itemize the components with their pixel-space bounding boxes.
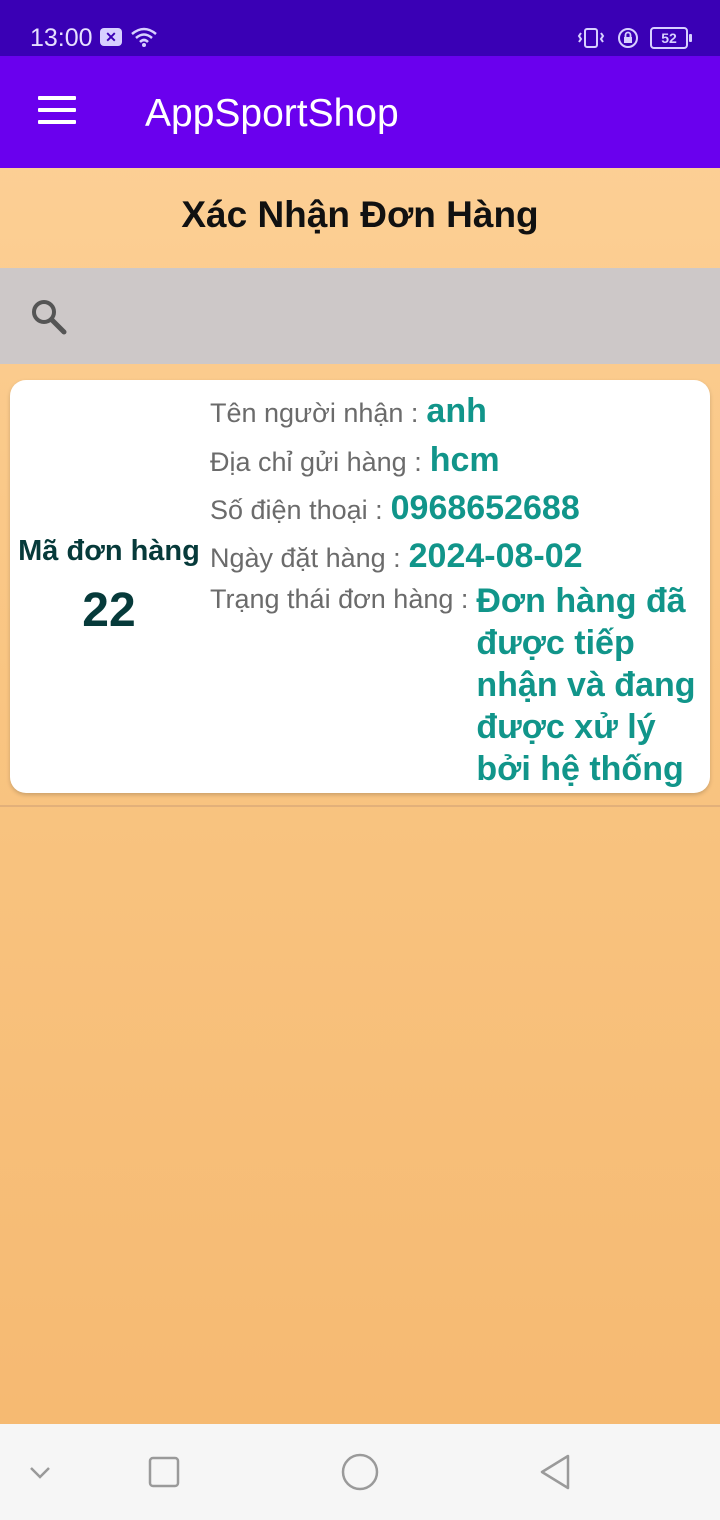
phone-label: Số điện thoại : — [210, 495, 383, 525]
recipient-value: anh — [426, 392, 487, 430]
app-title: AppSportShop — [145, 92, 399, 135]
search-icon[interactable] — [28, 296, 68, 336]
recipient-label: Tên người nhận : — [210, 398, 419, 428]
status-icons-left: ✕ — [100, 26, 158, 48]
home-icon[interactable] — [340, 1452, 380, 1492]
wifi-icon — [131, 27, 157, 47]
list-divider — [0, 805, 720, 807]
recipient-row: Tên người nhận : anh — [210, 392, 487, 431]
phone-value: 0968652688 — [390, 489, 580, 527]
back-icon[interactable] — [536, 1452, 576, 1492]
battery-icon: 52 — [650, 27, 692, 49]
lock-rotation-icon — [618, 28, 638, 48]
search-input[interactable] — [86, 292, 690, 342]
system-nav-bar — [0, 1424, 720, 1520]
search-bar — [0, 268, 720, 364]
vibrate-icon — [577, 28, 605, 48]
order-code-value: 22 — [82, 584, 136, 637]
status-time: 13:00 — [30, 24, 93, 52]
order-code-label: Mã đơn hàng — [18, 535, 200, 567]
address-label: Địa chỉ gửi hàng : — [210, 447, 422, 477]
date-value: 2024-08-02 — [408, 537, 583, 575]
address-row: Địa chỉ gửi hàng : hcm — [210, 441, 500, 480]
status-value: Đơn hàng đã được tiếp nhận và đang được … — [476, 582, 696, 788]
status-label: Trạng thái đơn hàng : — [210, 584, 469, 614]
status-icons-right: 52 — [576, 26, 692, 50]
order-card[interactable]: Mã đơn hàng 22 Tên người nhận : anh Địa … — [10, 380, 710, 793]
hamburger-menu-icon[interactable] — [38, 96, 76, 126]
date-row: Ngày đặt hàng : 2024-08-02 — [210, 537, 583, 576]
date-label: Ngày đặt hàng : — [210, 543, 401, 573]
page-title: Xác Nhận Đơn Hàng — [181, 194, 539, 235]
app-bar: AppSportShop — [0, 56, 720, 168]
address-value: hcm — [429, 441, 500, 479]
sim-x-icon: ✕ — [100, 28, 122, 46]
chevron-down-icon[interactable] — [20, 1452, 60, 1492]
status-bar: 13:00 ✕ 52 — [0, 0, 720, 56]
status-row: Trạng thái đơn hàng : Đơn hàng đã được t… — [210, 582, 712, 790]
recents-icon[interactable] — [144, 1452, 184, 1492]
phone-row: Số điện thoại : 0968652688 — [210, 489, 580, 528]
